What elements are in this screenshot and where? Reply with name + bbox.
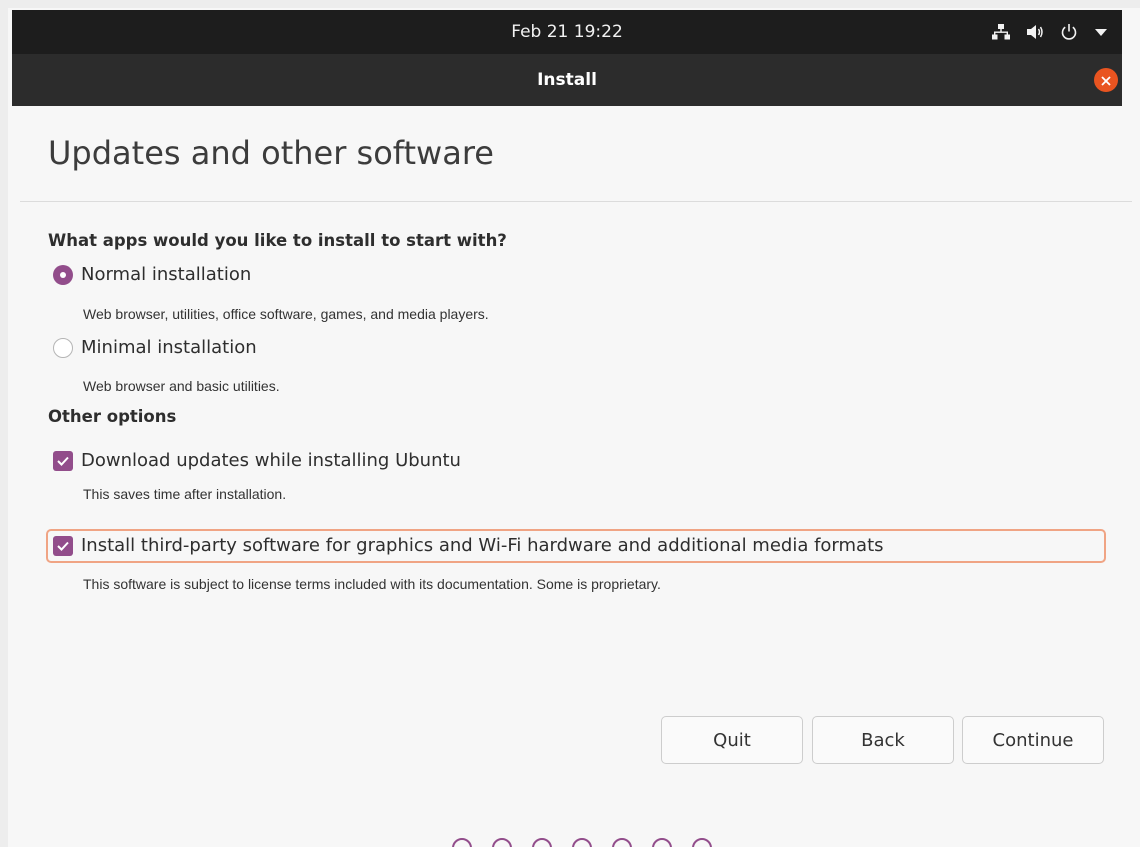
header-divider: [20, 201, 1132, 202]
other-options-label: Other options: [48, 407, 177, 426]
clock[interactable]: Feb 21 19:22: [12, 10, 1122, 54]
close-icon: [1101, 71, 1111, 90]
radio-selected-icon[interactable]: [53, 264, 73, 285]
system-tray[interactable]: [992, 10, 1108, 54]
download-updates-checkbox[interactable]: Download updates while installing Ubuntu: [53, 450, 461, 471]
close-button[interactable]: [1094, 68, 1118, 92]
back-button[interactable]: Back: [812, 716, 954, 764]
quit-button[interactable]: Quit: [661, 716, 803, 764]
checkbox-checked-icon[interactable]: [53, 450, 73, 471]
apps-section-label: What apps would you like to install to s…: [48, 231, 507, 250]
window-title: Install: [537, 70, 597, 90]
progress-dot: [452, 838, 472, 847]
progress-dot: [612, 838, 632, 847]
minimal-installation-radio[interactable]: Minimal installation: [53, 337, 257, 358]
download-updates-description: This saves time after installation.: [83, 486, 287, 502]
minimal-installation-label[interactable]: Minimal installation: [81, 337, 257, 358]
third-party-software-label[interactable]: Install third-party software for graphic…: [81, 535, 884, 556]
system-top-bar: Feb 21 19:22: [12, 10, 1122, 54]
continue-button[interactable]: Continue: [962, 716, 1104, 764]
page-title: Updates and other software: [48, 134, 494, 172]
chevron-down-icon[interactable]: [1094, 27, 1108, 37]
download-updates-label[interactable]: Download updates while installing Ubuntu: [81, 450, 461, 471]
minimal-installation-description: Web browser and basic utilities.: [83, 378, 280, 394]
progress-dot: [492, 838, 512, 847]
progress-dot: [532, 838, 552, 847]
normal-installation-label[interactable]: Normal installation: [81, 264, 251, 285]
third-party-software-checkbox[interactable]: Install third-party software for graphic…: [53, 535, 884, 556]
normal-installation-radio[interactable]: Normal installation: [53, 264, 251, 285]
checkbox-checked-icon[interactable]: [53, 535, 73, 556]
radio-unselected-icon[interactable]: [53, 337, 73, 358]
volume-icon[interactable]: [1026, 24, 1044, 40]
progress-dots: [452, 838, 712, 847]
progress-dot: [652, 838, 672, 847]
network-icon[interactable]: [992, 24, 1010, 40]
window-title-bar: Install: [12, 54, 1122, 106]
progress-dot: [692, 838, 712, 847]
third-party-software-description: This software is subject to license term…: [83, 576, 661, 592]
progress-dot: [572, 838, 592, 847]
normal-installation-description: Web browser, utilities, office software,…: [83, 306, 489, 322]
power-icon[interactable]: [1060, 23, 1078, 41]
